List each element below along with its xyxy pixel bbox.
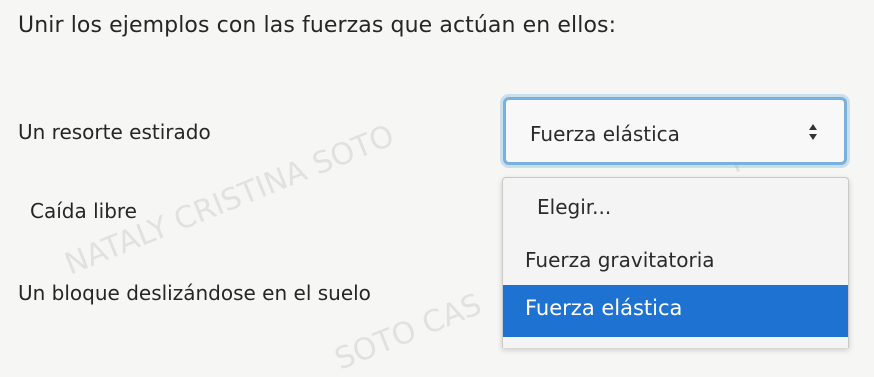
updown-arrows-icon	[809, 124, 817, 140]
prompt-resorte: Un resorte estirado	[18, 120, 211, 144]
option-fuerza-gravitatoria[interactable]: Fuerza gravitatoria	[503, 248, 848, 282]
select-dropdown-list: Elegir... Fuerza gravitatoria Fuerza elá…	[502, 177, 849, 348]
option-elegir[interactable]: Elegir...	[503, 195, 848, 227]
answer-select-resorte[interactable]: Fuerza elástica	[503, 97, 847, 165]
prompt-bloque: Un bloque deslizándose en el suelo	[18, 281, 371, 305]
prompt-caida-libre: Caída libre	[30, 199, 137, 223]
question-title: Unir los ejemplos con las fuerzas que ac…	[18, 13, 617, 38]
select-value: Fuerza elástica	[530, 122, 680, 146]
option-fuerza-elastica[interactable]: Fuerza elástica	[503, 285, 848, 337]
